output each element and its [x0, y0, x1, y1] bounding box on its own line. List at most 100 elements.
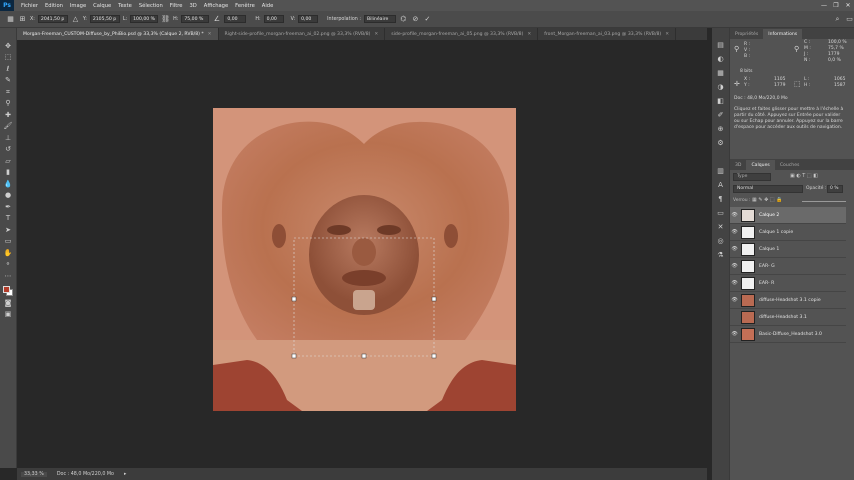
transform-handle-left[interactable] — [291, 296, 297, 302]
link-icon[interactable]: ⛓ — [161, 15, 170, 23]
visibility-eye-icon[interactable]: 👁 — [730, 229, 739, 235]
maximize-button[interactable]: ❐ — [830, 2, 842, 9]
styles-panel-icon[interactable]: ◧ — [716, 96, 726, 106]
menu-selection[interactable]: Sélection — [139, 3, 163, 9]
close-window-button[interactable]: ✕ — [842, 2, 854, 9]
delta-icon[interactable]: △ — [71, 15, 80, 23]
healing-tool-icon[interactable]: ✚ — [2, 110, 14, 120]
path-select-tool-icon[interactable]: ➤ — [2, 225, 14, 235]
photoshop-logo[interactable]: Ps — [0, 0, 14, 11]
quick-select-tool-icon[interactable]: ✎ — [2, 76, 14, 86]
angle-field[interactable]: 0,00 — [224, 15, 247, 23]
foreground-color-swatch[interactable] — [3, 285, 10, 293]
blend-mode-select[interactable]: Normal — [733, 185, 803, 193]
close-tab-icon[interactable]: ✕ — [208, 32, 212, 37]
menu-fenetre[interactable]: Fenêtre — [235, 3, 255, 9]
status-arrow-icon[interactable]: ▸ — [124, 472, 126, 477]
history-panel-icon[interactable]: ▤ — [716, 40, 726, 50]
more-tools-icon[interactable]: ⋯ — [2, 271, 14, 281]
menu-aide[interactable]: Aide — [262, 3, 273, 9]
blur-tool-icon[interactable]: 💧 — [2, 179, 14, 189]
menu-calque[interactable]: Calque — [93, 3, 111, 9]
paragraph-panel-icon[interactable]: ¶ — [716, 194, 726, 204]
y-field[interactable]: 2105,50 p — [89, 15, 120, 23]
lasso-tool-icon[interactable]: ℓ — [2, 64, 14, 74]
brush-tool-icon[interactable]: 🖌 — [2, 122, 14, 132]
vskew-field[interactable]: 0,00 — [298, 15, 319, 23]
reference-point-icon[interactable]: ⊞ — [18, 15, 27, 23]
hskew-field[interactable]: 0,00 — [263, 15, 284, 23]
minimize-button[interactable]: — — [818, 2, 830, 9]
visibility-eye-icon[interactable]: 👁 — [730, 297, 739, 303]
layer-row[interactable]: 👁 EAR- R — [730, 275, 846, 292]
crop-tool-icon[interactable]: ⌗ — [2, 87, 14, 97]
x-field[interactable]: 2041,50 p — [37, 15, 68, 23]
swatches-panel-icon[interactable]: ▦ — [716, 68, 726, 78]
transform-handle-bottom-right[interactable] — [431, 353, 437, 359]
warp-icon[interactable]: ⌬ — [399, 15, 408, 23]
canvas-area[interactable] — [17, 40, 707, 468]
screen-mode-icon[interactable]: ▣ — [2, 310, 14, 320]
close-tab-icon[interactable]: ✕ — [374, 32, 378, 37]
text-tool-icon[interactable]: T — [2, 214, 14, 224]
menu-texte[interactable]: Texte — [118, 3, 132, 9]
doc-tab-1[interactable]: Morgan-Freeman_CUSTOM-Diffuse_by_PhiBio.… — [17, 28, 219, 40]
tab-properties[interactable]: Propriétés — [730, 29, 763, 39]
history-brush-tool-icon[interactable]: ↺ — [2, 145, 14, 155]
layer-row[interactable]: 👁 Calque 1 copie — [730, 224, 846, 241]
3d-icon[interactable]: ✕ — [716, 222, 726, 232]
search-icon[interactable]: ⌕ — [833, 15, 842, 24]
close-tab-icon[interactable]: ✕ — [527, 32, 531, 37]
eraser-tool-icon[interactable]: ▱ — [2, 156, 14, 166]
character-panel-icon[interactable]: A — [716, 180, 726, 190]
transform-tool-icon[interactable]: ▦ — [6, 15, 15, 23]
visibility-eye-icon[interactable]: 👁 — [730, 212, 739, 218]
document-canvas[interactable] — [17, 40, 707, 468]
tab-3d[interactable]: 3D — [730, 160, 746, 170]
cancel-transform-icon[interactable]: ⊘ — [411, 15, 420, 23]
menu-image[interactable]: Image — [70, 3, 86, 9]
doc-tab-3[interactable]: side-profile_morgan-freeman_ai_05.png @ … — [385, 28, 539, 40]
menu-fichier[interactable]: Fichier — [21, 3, 38, 9]
hand-tool-icon[interactable]: ✋ — [2, 248, 14, 258]
lock-icons[interactable]: ▦ ✎ ✥ ⬚ 🔒 — [752, 197, 782, 203]
visibility-eye-icon[interactable]: 👁 — [730, 246, 739, 252]
doc-tab-2[interactable]: Right-side-profile_morgan-freeman_ai_02.… — [218, 28, 386, 40]
move-tool-icon[interactable]: ✥ — [2, 41, 14, 51]
tool-presets-icon[interactable]: ⚙ — [716, 138, 726, 148]
height-field[interactable]: 75,00 % — [181, 15, 210, 23]
layer-row[interactable]: 👁 Basic-Diffuse_Headshot 3.0 — [730, 326, 846, 343]
layer-row[interactable]: diffuse-Headshot 3.1 — [730, 309, 846, 326]
shape-tool-icon[interactable]: ▭ — [2, 237, 14, 247]
layer-row[interactable]: 👁 diffuse-Headshot 3.1 copie — [730, 292, 846, 309]
adjustments-panel-icon[interactable]: ◑ — [716, 82, 726, 92]
color-panel-icon[interactable]: ◐ — [716, 54, 726, 64]
transform-handle-right[interactable] — [431, 296, 437, 302]
gradient-tool-icon[interactable]: ▮ — [2, 168, 14, 178]
pen-tool-icon[interactable]: ✒ — [2, 202, 14, 212]
doc-tab-4[interactable]: front_Morgan-freeman_ai_03.png @ 33,3% (… — [538, 28, 677, 40]
stamp-tool-icon[interactable]: ⊥ — [2, 133, 14, 143]
brush-panel-icon[interactable]: ✐ — [716, 110, 726, 120]
color-swatches[interactable] — [2, 285, 14, 297]
quick-mask-icon[interactable]: ◙ — [2, 298, 14, 308]
opacity-field[interactable]: 0 % — [827, 185, 843, 193]
paths-icon[interactable]: ⚗ — [716, 250, 726, 260]
visibility-eye-icon[interactable]: 👁 — [730, 280, 739, 286]
visibility-eye-icon[interactable]: 👁 — [730, 331, 739, 337]
timeline-icon[interactable]: ▭ — [716, 208, 726, 218]
filter-icons[interactable]: ▣ ◐ T ⬚ ◧ — [790, 173, 818, 179]
tab-informations[interactable]: Informations — [763, 29, 803, 39]
transform-handle-bottom[interactable] — [361, 353, 367, 359]
workspace-icon[interactable]: ▭ — [845, 15, 854, 23]
eyedropper-tool-icon[interactable]: ⚲ — [2, 99, 14, 109]
layer-comps-icon[interactable]: ▥ — [716, 166, 726, 176]
width-field[interactable]: 100,00 % — [130, 15, 159, 23]
menu-affichage[interactable]: Affichage — [204, 3, 228, 9]
close-tab-icon[interactable]: ✕ — [665, 32, 669, 37]
clone-source-icon[interactable]: ⊕ — [716, 124, 726, 134]
commit-transform-icon[interactable]: ✓ — [423, 15, 432, 23]
marquee-tool-icon[interactable]: ⬚ — [2, 53, 14, 63]
visibility-eye-icon[interactable]: 👁 — [730, 263, 739, 269]
menu-edition[interactable]: Edition — [45, 3, 63, 9]
